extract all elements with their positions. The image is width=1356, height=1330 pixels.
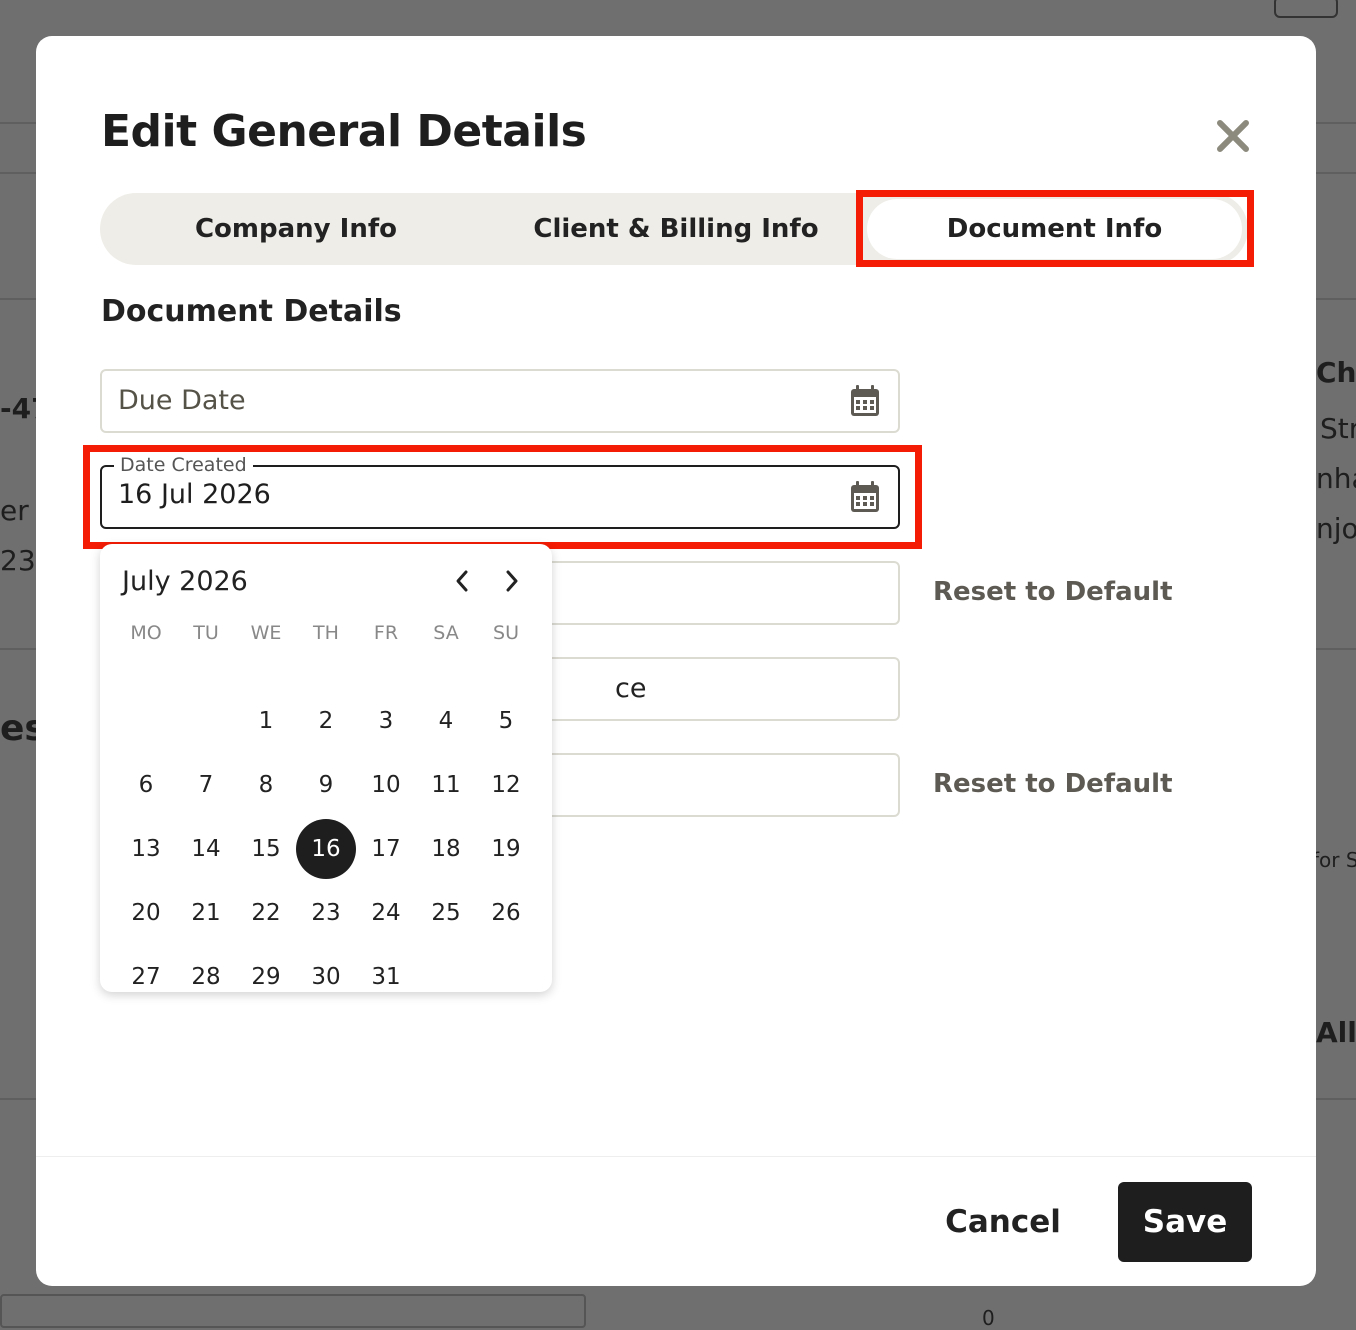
day-cell[interactable]: 11 — [416, 755, 476, 815]
day-cell[interactable]: 28 — [176, 947, 236, 1007]
day-cell[interactable]: 12 — [476, 755, 536, 815]
document-field-4-value: ce — [615, 673, 647, 704]
day-cell[interactable]: 10 — [356, 755, 416, 815]
day-cell[interactable]: 4 — [416, 691, 476, 751]
calendar-icon — [851, 481, 879, 512]
bg-text: nha — [1316, 462, 1356, 495]
section-title: Document Details — [101, 294, 402, 329]
day-cell[interactable]: 9 — [296, 755, 356, 815]
day-cell[interactable]: 26 — [476, 883, 536, 943]
bg-divider — [1316, 172, 1356, 174]
weekday-label: SU — [493, 622, 519, 644]
day-cell[interactable]: 15 — [236, 819, 296, 879]
tab-client-billing-info[interactable]: Client & Billing Info — [484, 193, 868, 265]
footer-divider — [36, 1156, 1316, 1157]
due-date-calendar-button[interactable] — [850, 385, 880, 421]
day-cell[interactable]: 8 — [236, 755, 296, 815]
day-cell[interactable]: 18 — [416, 819, 476, 879]
edit-general-details-modal: Edit General Details Company Info Client… — [36, 36, 1316, 1286]
day-cell[interactable]: 2 — [296, 691, 356, 751]
weekday-label: FR — [373, 622, 399, 644]
date-picker-popup: July 2026 MO TU WE TH FR SA SU 1 2 3 4 5 6 7 8 9 10 11 12… — [100, 544, 552, 992]
date-created-field[interactable]: Date Created 16 Jul 2026 — [100, 454, 900, 529]
save-button[interactable]: Save — [1118, 1182, 1252, 1262]
bg-text: Str — [1320, 412, 1356, 445]
due-date-placeholder: Due Date — [118, 385, 246, 416]
day-cell[interactable]: 14 — [176, 819, 236, 879]
day-cell[interactable]: 31 — [356, 947, 416, 1007]
close-button[interactable] — [1211, 114, 1255, 158]
weekday-label: MO — [130, 622, 162, 644]
day-cell[interactable]: 23 — [296, 883, 356, 943]
bg-text: es — [0, 708, 36, 749]
bg-divider — [0, 1098, 36, 1100]
tab-company-info[interactable]: Company Info — [100, 193, 492, 265]
day-cell-selected[interactable]: 16 — [296, 819, 356, 879]
tab-bar: Company Info Client & Billing Info Docum… — [100, 193, 1248, 265]
cancel-button[interactable]: Cancel — [936, 1182, 1070, 1262]
date-picker-month-label: July 2026 — [122, 566, 248, 597]
day-cell[interactable]: 20 — [116, 883, 176, 943]
weekday-label: TU — [193, 622, 219, 644]
bg-text: All — [1316, 1016, 1356, 1049]
bg-text: er L — [0, 494, 36, 527]
date-created-label: Date Created — [114, 454, 253, 476]
bg-button — [1274, 0, 1338, 18]
day-cell[interactable]: 17 — [356, 819, 416, 879]
due-date-field[interactable]: Due Date — [100, 369, 900, 433]
day-cell[interactable]: 27 — [116, 947, 176, 1007]
weekday-label: SA — [433, 622, 459, 644]
day-cell[interactable]: 22 — [236, 883, 296, 943]
day-cell[interactable]: 6 — [116, 755, 176, 815]
day-cell[interactable]: 7 — [176, 755, 236, 815]
chevron-right-icon — [506, 570, 518, 592]
modal-title: Edit General Details — [101, 106, 587, 157]
previous-month-button[interactable] — [447, 566, 477, 596]
day-cell[interactable]: 30 — [296, 947, 356, 1007]
close-icon — [1217, 120, 1249, 152]
bg-divider — [1316, 298, 1356, 300]
date-created-calendar-button[interactable] — [850, 481, 880, 517]
day-cell[interactable]: 13 — [116, 819, 176, 879]
next-month-button[interactable] — [497, 566, 527, 596]
day-cell[interactable]: 19 — [476, 819, 536, 879]
reset-to-default-button-1[interactable]: Reset to Default — [933, 577, 1173, 607]
day-cell[interactable]: 29 — [236, 947, 296, 1007]
day-cell[interactable]: 5 — [476, 691, 536, 751]
bg-text: 0 — [982, 1306, 995, 1330]
calendar-icon — [851, 385, 879, 416]
bg-text: njo — [1316, 512, 1356, 545]
weekday-label: TH — [313, 622, 339, 644]
day-cell[interactable]: 25 — [416, 883, 476, 943]
bg-text: -47 — [0, 392, 36, 425]
reset-to-default-button-2[interactable]: Reset to Default — [933, 769, 1173, 799]
bg-text: for S — [1312, 848, 1356, 872]
chevron-left-icon — [456, 570, 468, 592]
bg-divider — [0, 298, 36, 300]
tab-document-info[interactable]: Document Info — [867, 199, 1242, 259]
day-cell[interactable]: 21 — [176, 883, 236, 943]
day-cell[interactable]: 24 — [356, 883, 416, 943]
bg-divider — [0, 172, 36, 174]
bg-divider — [0, 648, 36, 650]
bg-divider — [0, 122, 36, 124]
bg-input — [0, 1294, 586, 1328]
date-created-value: 16 Jul 2026 — [118, 479, 271, 510]
bg-divider — [1316, 1098, 1356, 1100]
day-cell[interactable]: 1 — [236, 691, 296, 751]
bg-text: Chi — [1316, 356, 1356, 389]
bg-divider — [1316, 648, 1356, 650]
day-cell[interactable]: 3 — [356, 691, 416, 751]
bg-divider — [1316, 122, 1356, 124]
weekday-label: WE — [250, 622, 282, 644]
bg-text: 23 — [0, 544, 36, 577]
